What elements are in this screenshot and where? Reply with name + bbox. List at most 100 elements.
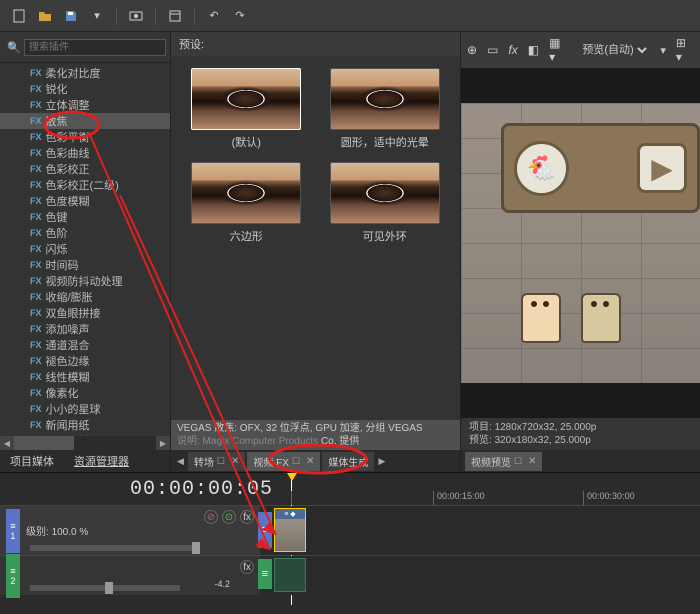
fx-browser-panel: 🔍 FX柔化对比度FX锐化FX立体调整FX散焦FX色彩平衡FX色彩曲线FX色彩校… <box>0 32 170 472</box>
search-icon[interactable]: 🔍 <box>4 36 24 58</box>
fx-tree[interactable]: FX柔化对比度FX锐化FX立体调整FX散焦FX色彩平衡FX色彩曲线FX色彩校正F… <box>0 63 170 436</box>
fx-item[interactable]: FX 时间码 <box>0 257 170 273</box>
scroll-right-icon[interactable]: ▶ <box>156 436 170 450</box>
fx-item-label: 通道混合 <box>46 337 90 353</box>
open-icon[interactable] <box>34 5 56 27</box>
fx-item[interactable]: FX色阶 <box>0 225 170 241</box>
preset-item[interactable]: 六边形 <box>183 162 310 244</box>
close-icon[interactable]: ✕ <box>528 456 536 467</box>
preview-toolbar: ⊕ ▭ fx ◧ ▦ ▾ 预览(自动) ▾ ⊞ ▾ <box>461 32 700 68</box>
fx-badge: FX <box>30 260 42 270</box>
fx-item[interactable]: FX闪烁 <box>0 241 170 257</box>
fx-item[interactable]: FX像素化 <box>0 385 170 401</box>
tab-media-gen[interactable]: 媒体生成 <box>322 452 374 471</box>
fx-item[interactable]: FX 色彩校正 <box>0 161 170 177</box>
overlay-icon[interactable]: ▦ ▾ <box>549 36 568 64</box>
audio-clip[interactable] <box>274 558 306 592</box>
pan-slider[interactable] <box>30 585 180 591</box>
bypass-fx-icon[interactable]: ⊘ <box>204 510 218 524</box>
tab-scroll-right-icon[interactable]: ▶ <box>376 456 387 467</box>
fx-item[interactable]: FX新闻用纸 <box>0 417 170 433</box>
fx-item[interactable]: FX色键 <box>0 209 170 225</box>
track-number[interactable]: ≡1 <box>6 509 20 553</box>
fx-item[interactable]: FX 添加噪声 <box>0 321 170 337</box>
fx-item-label: 收缩/膨胀 <box>46 289 93 305</box>
fx-item[interactable]: FX线性模糊 <box>0 369 170 385</box>
ext-monitor-icon[interactable]: ⊕ <box>467 43 477 57</box>
preset-item[interactable]: (默认) <box>183 68 310 150</box>
fx-item-label: 时间码 <box>46 257 79 273</box>
fx-badge: FX <box>30 388 42 398</box>
timecode-display[interactable]: 00:00:00:05 <box>120 478 283 501</box>
fx-item-label: 色彩曲线 <box>46 145 90 161</box>
fx-item[interactable]: FX散焦 <box>0 113 170 129</box>
tab-video-fx[interactable]: 视频 FX☐✕ <box>247 452 320 471</box>
close-icon[interactable]: ✕ <box>231 456 239 467</box>
preset-item[interactable]: 可见外环 <box>322 162 449 244</box>
fx-item-label: 添加噪声 <box>46 321 90 337</box>
preset-item[interactable]: 圆形，适中的光晕 <box>322 68 449 150</box>
tab-project-media[interactable]: 项目媒体 <box>0 450 64 472</box>
tab-video-preview[interactable]: 视频预览☐✕ <box>465 452 542 471</box>
fx-item-label: 锐化 <box>46 81 68 97</box>
save-icon[interactable] <box>60 5 82 27</box>
scrollbar-horizontal[interactable]: ◀ ▶ <box>0 436 170 450</box>
fx-item[interactable]: FX色度模糊 <box>0 193 170 209</box>
redo-icon[interactable]: ↷ <box>229 5 251 27</box>
grid-icon[interactable]: ⊞ ▾ <box>676 36 694 64</box>
track-handle-icon[interactable]: ≡ <box>258 512 272 548</box>
automation-icon[interactable]: ⊙ <box>222 510 236 524</box>
preset-label: 六边形 <box>230 228 263 244</box>
fx-badge: FX <box>30 324 42 334</box>
fx-badge: FX <box>30 148 42 158</box>
preview-device-icon[interactable]: ▭ <box>487 43 498 57</box>
fx-item[interactable]: FX 色彩曲线 <box>0 145 170 161</box>
fx-badge: FX <box>30 340 42 350</box>
fx-item[interactable]: FX视频防抖动处理 <box>0 273 170 289</box>
render-icon[interactable] <box>125 5 147 27</box>
fx-badge: FX <box>30 164 42 174</box>
tab-transitions[interactable]: 转场☐✕ <box>188 452 245 471</box>
timeline-ruler[interactable]: 00:00:15:0000:00:30:0000:00:45 <box>283 473 700 505</box>
fx-item[interactable]: FX锐化 <box>0 81 170 97</box>
fx-icon[interactable]: fx <box>508 43 517 57</box>
new-icon[interactable] <box>8 5 30 27</box>
search-input[interactable] <box>24 39 166 56</box>
track-number[interactable]: ≡2 <box>6 554 20 598</box>
level-slider[interactable] <box>30 545 200 551</box>
fx-badge: FX <box>30 180 42 190</box>
fx-item[interactable]: FX柔化对比度 <box>0 65 170 81</box>
fx-item[interactable]: FX立体调整 <box>0 97 170 113</box>
tab-resource-manager[interactable]: 资源管理器 <box>64 450 139 472</box>
fx-item[interactable]: FX色彩平衡 <box>0 129 170 145</box>
fx-item[interactable]: FX色彩校正(二级) <box>0 177 170 193</box>
video-track-content[interactable]: ≡ ≡ ◆ <box>260 506 700 555</box>
fx-badge: FX <box>30 116 42 126</box>
fx-item[interactable]: FX 收缩/膨胀 <box>0 289 170 305</box>
track-fx-icon[interactable]: fx <box>240 560 254 574</box>
split-icon[interactable]: ◧ <box>528 43 539 57</box>
fx-item-label: 色彩校正 <box>46 161 90 177</box>
preset-grid: (默认)圆形，适中的光晕六边形 可见外环 <box>171 56 460 420</box>
tab-scroll-left-icon[interactable]: ◀ <box>175 456 186 467</box>
fx-badge: FX <box>30 292 42 302</box>
close-icon[interactable]: ✕ <box>306 456 314 467</box>
fx-item[interactable]: FX小小的星球 <box>0 401 170 417</box>
audio-track-content[interactable]: ≡ <box>260 556 700 595</box>
audio-track-header[interactable]: ≡2 -4.2 fx <box>0 556 260 595</box>
properties-icon[interactable] <box>164 5 186 27</box>
fx-item[interactable]: FX 通道混合 <box>0 337 170 353</box>
preview-panel: ⊕ ▭ fx ◧ ▦ ▾ 预览(自动) ▾ ⊞ ▾ 🐔 ▶ <box>460 32 700 472</box>
fx-item[interactable]: FX双鱼眼拼接 <box>0 305 170 321</box>
fx-badge: FX <box>30 372 42 382</box>
scroll-left-icon[interactable]: ◀ <box>0 436 14 450</box>
preview-quality-dropdown[interactable]: 预览(自动) <box>578 43 650 57</box>
video-clip[interactable]: ≡ ◆ <box>274 508 306 552</box>
track-handle-icon[interactable]: ≡ <box>258 559 272 589</box>
dropdown-icon[interactable]: ▾ <box>86 5 108 27</box>
fx-item-label: 柔化对比度 <box>46 65 101 81</box>
track-fx-icon[interactable]: fx <box>240 510 254 524</box>
fx-item[interactable]: FX褪色边缘 <box>0 353 170 369</box>
undo-icon[interactable]: ↶ <box>203 5 225 27</box>
video-track-header[interactable]: ≡1 级别: 100.0 % ⊘ ⊙ fx <box>0 506 260 555</box>
